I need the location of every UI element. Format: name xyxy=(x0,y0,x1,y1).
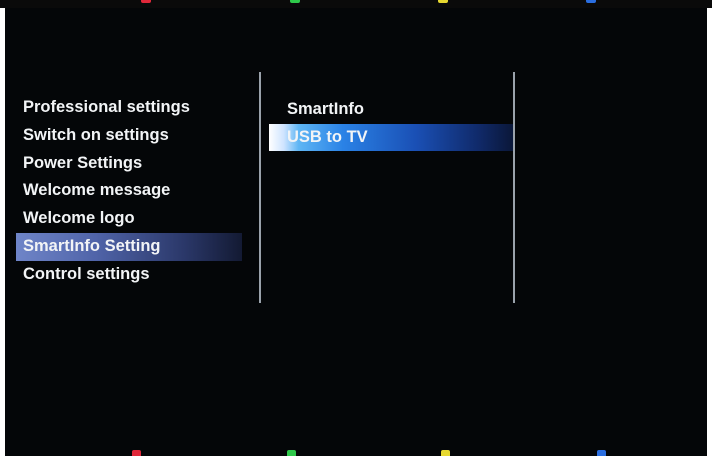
main-menu: Professional settings Switch on settings… xyxy=(16,94,242,289)
menu-item-welcome-logo[interactable]: Welcome logo xyxy=(16,205,242,233)
green-key-icon xyxy=(290,0,300,3)
red-key-icon xyxy=(141,0,151,3)
green-key-icon xyxy=(287,450,296,456)
submenu-item-usb-to-tv[interactable]: USB to TV xyxy=(269,124,515,151)
yellow-key-icon xyxy=(438,0,448,3)
blue-key-icon xyxy=(597,450,606,456)
menu-item-welcome-message[interactable]: Welcome message xyxy=(16,177,242,205)
menu-item-smartinfo-setting[interactable]: SmartInfo Setting xyxy=(16,232,242,261)
menu-item-control-settings[interactable]: Control settings xyxy=(16,261,242,289)
right-divider xyxy=(513,72,515,303)
left-divider xyxy=(259,72,261,303)
submenu-item-smartinfo[interactable]: SmartInfo xyxy=(265,94,515,124)
menu-item-power-settings[interactable]: Power Settings xyxy=(16,150,242,178)
red-key-icon xyxy=(132,450,141,456)
menu-item-professional-settings[interactable]: Professional settings xyxy=(16,94,242,122)
sub-menu: SmartInfo USB to TV xyxy=(265,94,515,151)
yellow-key-icon xyxy=(441,450,450,456)
menu-item-switch-on-settings[interactable]: Switch on settings xyxy=(16,122,242,150)
blue-key-icon xyxy=(586,0,596,3)
top-bezel xyxy=(0,0,712,8)
tv-screen: Professional settings Switch on settings… xyxy=(5,8,707,456)
